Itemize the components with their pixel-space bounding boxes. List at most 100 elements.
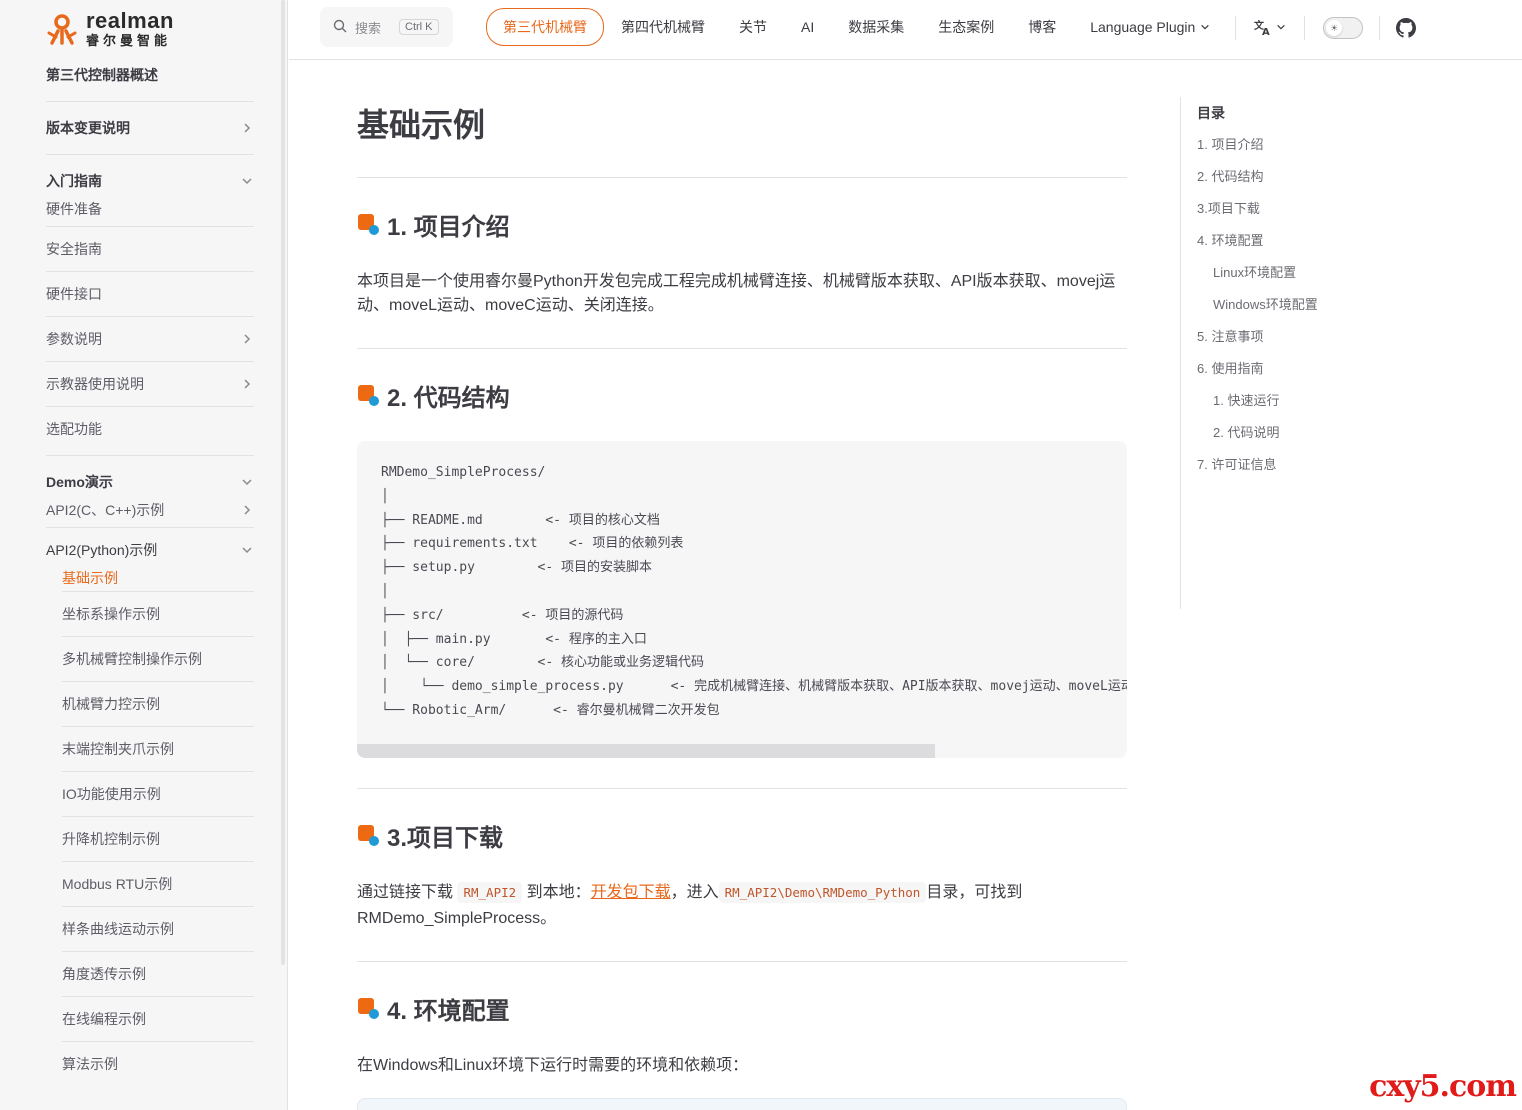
code-line: └── Robotic_Arm/ <- 睿尔曼机械臂二次开发包: [381, 702, 720, 718]
sidebar-item-safety[interactable]: 安全指南: [46, 227, 254, 271]
sidebar-item-hardware-prep[interactable]: 硬件准备: [46, 201, 254, 217]
sidebar-item-params[interactable]: 参数说明: [46, 317, 254, 361]
sidebar-scrollbar[interactable]: [281, 0, 285, 965]
sidebar-item-label: 末端控制夹爪示例: [62, 741, 174, 757]
toc-item[interactable]: 3.项目下载: [1197, 197, 1380, 229]
text: RMDemo_SimpleProcess。: [357, 910, 557, 927]
sidebar-item-label: 基础示例: [62, 570, 118, 586]
nav-gen4-arm[interactable]: 第四代机械臂: [621, 17, 705, 37]
code-block: RMDemo_SimpleProcess/ │ ├── README.md <- 项…: [357, 441, 1127, 758]
sidebar-item-modbus[interactable]: Modbus RTU示例: [46, 862, 254, 906]
section-bullet-icon: [357, 213, 381, 237]
sidebar-item-changelog[interactable]: 版本变更说明: [46, 102, 254, 154]
sidebar-item-online[interactable]: 在线编程示例: [46, 997, 254, 1041]
sun-icon: ☀: [1326, 20, 1342, 36]
section-heading-env: 4. 环境配置: [357, 991, 510, 1026]
sidebar-item-api2-c[interactable]: API2(C、C++)示例: [46, 502, 254, 518]
realman-logo-icon: [46, 13, 78, 45]
code-line: │ ├── main.py <- 程序的主入口: [381, 631, 647, 647]
code-line: │: [381, 488, 389, 504]
nav-ai[interactable]: AI: [801, 19, 814, 35]
section-title: 1. 项目介绍: [387, 214, 510, 241]
nav-language-plugin[interactable]: Language Plugin: [1090, 19, 1210, 35]
chevron-down-icon: [1200, 19, 1210, 35]
sidebar-item-hw-interface[interactable]: 硬件接口: [46, 272, 254, 316]
chevron-right-icon[interactable]: [240, 377, 254, 391]
top-nav: 第三代机械臂 第四代机械臂 关节 AI 数据采集 生态案例 博客 Languag…: [486, 8, 1210, 46]
toc-item[interactable]: 2. 代码结构: [1197, 165, 1380, 197]
search-placeholder: 搜索: [355, 20, 382, 36]
nav-joint[interactable]: 关节: [739, 17, 767, 37]
sidebar-item-teach-pendant[interactable]: 示教器使用说明: [46, 362, 254, 406]
code-line: ├── requirements.txt <- 项目的依赖列表: [381, 536, 684, 552]
toc-item[interactable]: 7. 许可证信息: [1197, 453, 1380, 485]
toc-item[interactable]: 1. 项目介绍: [1197, 133, 1380, 165]
sdk-download-link[interactable]: 开发包下载: [591, 884, 671, 901]
chevron-down-icon[interactable]: [240, 543, 254, 557]
search-shortcut: Ctrl K: [399, 19, 439, 35]
toc-item[interactable]: 4. 环境配置: [1197, 229, 1380, 261]
sidebar-group-label: Demo演示: [46, 474, 113, 490]
brand-name-en: realman: [86, 8, 174, 33]
code-scrollbar[interactable]: [357, 744, 935, 758]
toc-item[interactable]: 5. 注意事项: [1197, 325, 1380, 357]
divider: [1304, 16, 1305, 40]
sidebar-item-coord[interactable]: 坐标系操作示例: [46, 592, 254, 636]
toc-item[interactable]: Windows环境配置: [1197, 293, 1380, 325]
sidebar-item-algo[interactable]: 算法示例: [46, 1042, 254, 1086]
nav-blog[interactable]: 博客: [1028, 17, 1056, 37]
github-icon[interactable]: [1396, 18, 1416, 38]
divider: [357, 348, 1127, 349]
nav-data-collection[interactable]: 数据采集: [848, 17, 904, 37]
sidebar-item-multi-arm[interactable]: 多机械臂控制操作示例: [46, 637, 254, 681]
brand-name-cn: 睿尔曼智能: [86, 33, 172, 48]
divider: [357, 177, 1127, 178]
code-line: ├── README.md <- 项目的核心文档: [381, 512, 660, 528]
section-bullet-icon: [357, 824, 381, 848]
sidebar-item-label: 机械臂力控示例: [62, 696, 160, 712]
translate-icon: 文A: [1254, 18, 1272, 39]
sidebar-item-label: 算法示例: [62, 1056, 118, 1072]
chevron-down-icon[interactable]: [240, 475, 254, 489]
toc-item[interactable]: 6. 使用指南: [1197, 357, 1380, 389]
chevron-right-icon[interactable]: [240, 332, 254, 346]
sidebar-item-gripper[interactable]: 末端控制夹爪示例: [46, 727, 254, 771]
sidebar-item-label: 示教器使用说明: [46, 376, 144, 392]
sidebar-item-spline[interactable]: 样条曲线运动示例: [46, 907, 254, 951]
section-heading-intro: 1. 项目介绍: [357, 207, 510, 242]
sidebar-item-overview[interactable]: 第三代控制器概述: [46, 58, 254, 92]
sidebar-item-angle[interactable]: 角度透传示例: [46, 952, 254, 996]
sidebar-item-label: Modbus RTU示例: [62, 876, 173, 892]
sidebar-item-api2-python[interactable]: API2(Python)示例: [46, 528, 254, 572]
logo[interactable]: realman 睿尔曼智能: [46, 10, 174, 47]
sidebar-item-options[interactable]: 选配功能: [46, 407, 254, 451]
toc-item[interactable]: 2. 代码说明: [1197, 421, 1380, 453]
search-button[interactable]: 搜索 Ctrl K: [320, 7, 453, 47]
top-bar: 搜索 Ctrl K 第三代机械臂 第四代机械臂 关节 AI 数据采集 生态案例 …: [289, 0, 1522, 60]
section-title: 2. 代码结构: [387, 385, 510, 412]
sidebar-item-force[interactable]: 机械臂力控示例: [46, 682, 254, 726]
sidebar-item-label: 硬件接口: [46, 286, 102, 302]
code-line: │ └── core/ <- 核心功能或业务逻辑代码: [381, 655, 705, 671]
top-right-tools: 文A ☀: [1235, 14, 1416, 42]
sidebar-item-label: 硬件准备: [46, 201, 102, 217]
code-lines: RMDemo_SimpleProcess/ │ ├── README.md <- 项…: [381, 461, 1127, 723]
toc-item[interactable]: Linux环境配置: [1197, 261, 1380, 293]
code-line: │ └── demo_simple_process.py <- 完成机械臂连接、…: [381, 679, 1127, 695]
code-line: │: [381, 583, 389, 599]
sidebar-item-io[interactable]: IO功能使用示例: [46, 772, 254, 816]
chevron-down-icon[interactable]: [240, 174, 254, 188]
language-switcher[interactable]: 文A: [1254, 18, 1286, 39]
svg-text:A: A: [1262, 27, 1270, 36]
toc-item[interactable]: 1. 快速运行: [1197, 389, 1380, 421]
sidebar-item-lift[interactable]: 升降机控制示例: [46, 817, 254, 861]
chevron-right-icon[interactable]: [240, 503, 254, 517]
nav-ecosystem[interactable]: 生态案例: [938, 17, 994, 37]
nav-gen3-arm[interactable]: 第三代机械臂: [486, 8, 604, 46]
sidebar-item-basic-example[interactable]: 基础示例: [46, 568, 254, 588]
section-bullet-icon: [357, 997, 381, 1021]
theme-toggle[interactable]: ☀: [1323, 17, 1363, 39]
sidebar-item-label: 升降机控制示例: [62, 831, 160, 847]
chevron-right-icon[interactable]: [240, 121, 254, 135]
divider: [357, 961, 1127, 962]
